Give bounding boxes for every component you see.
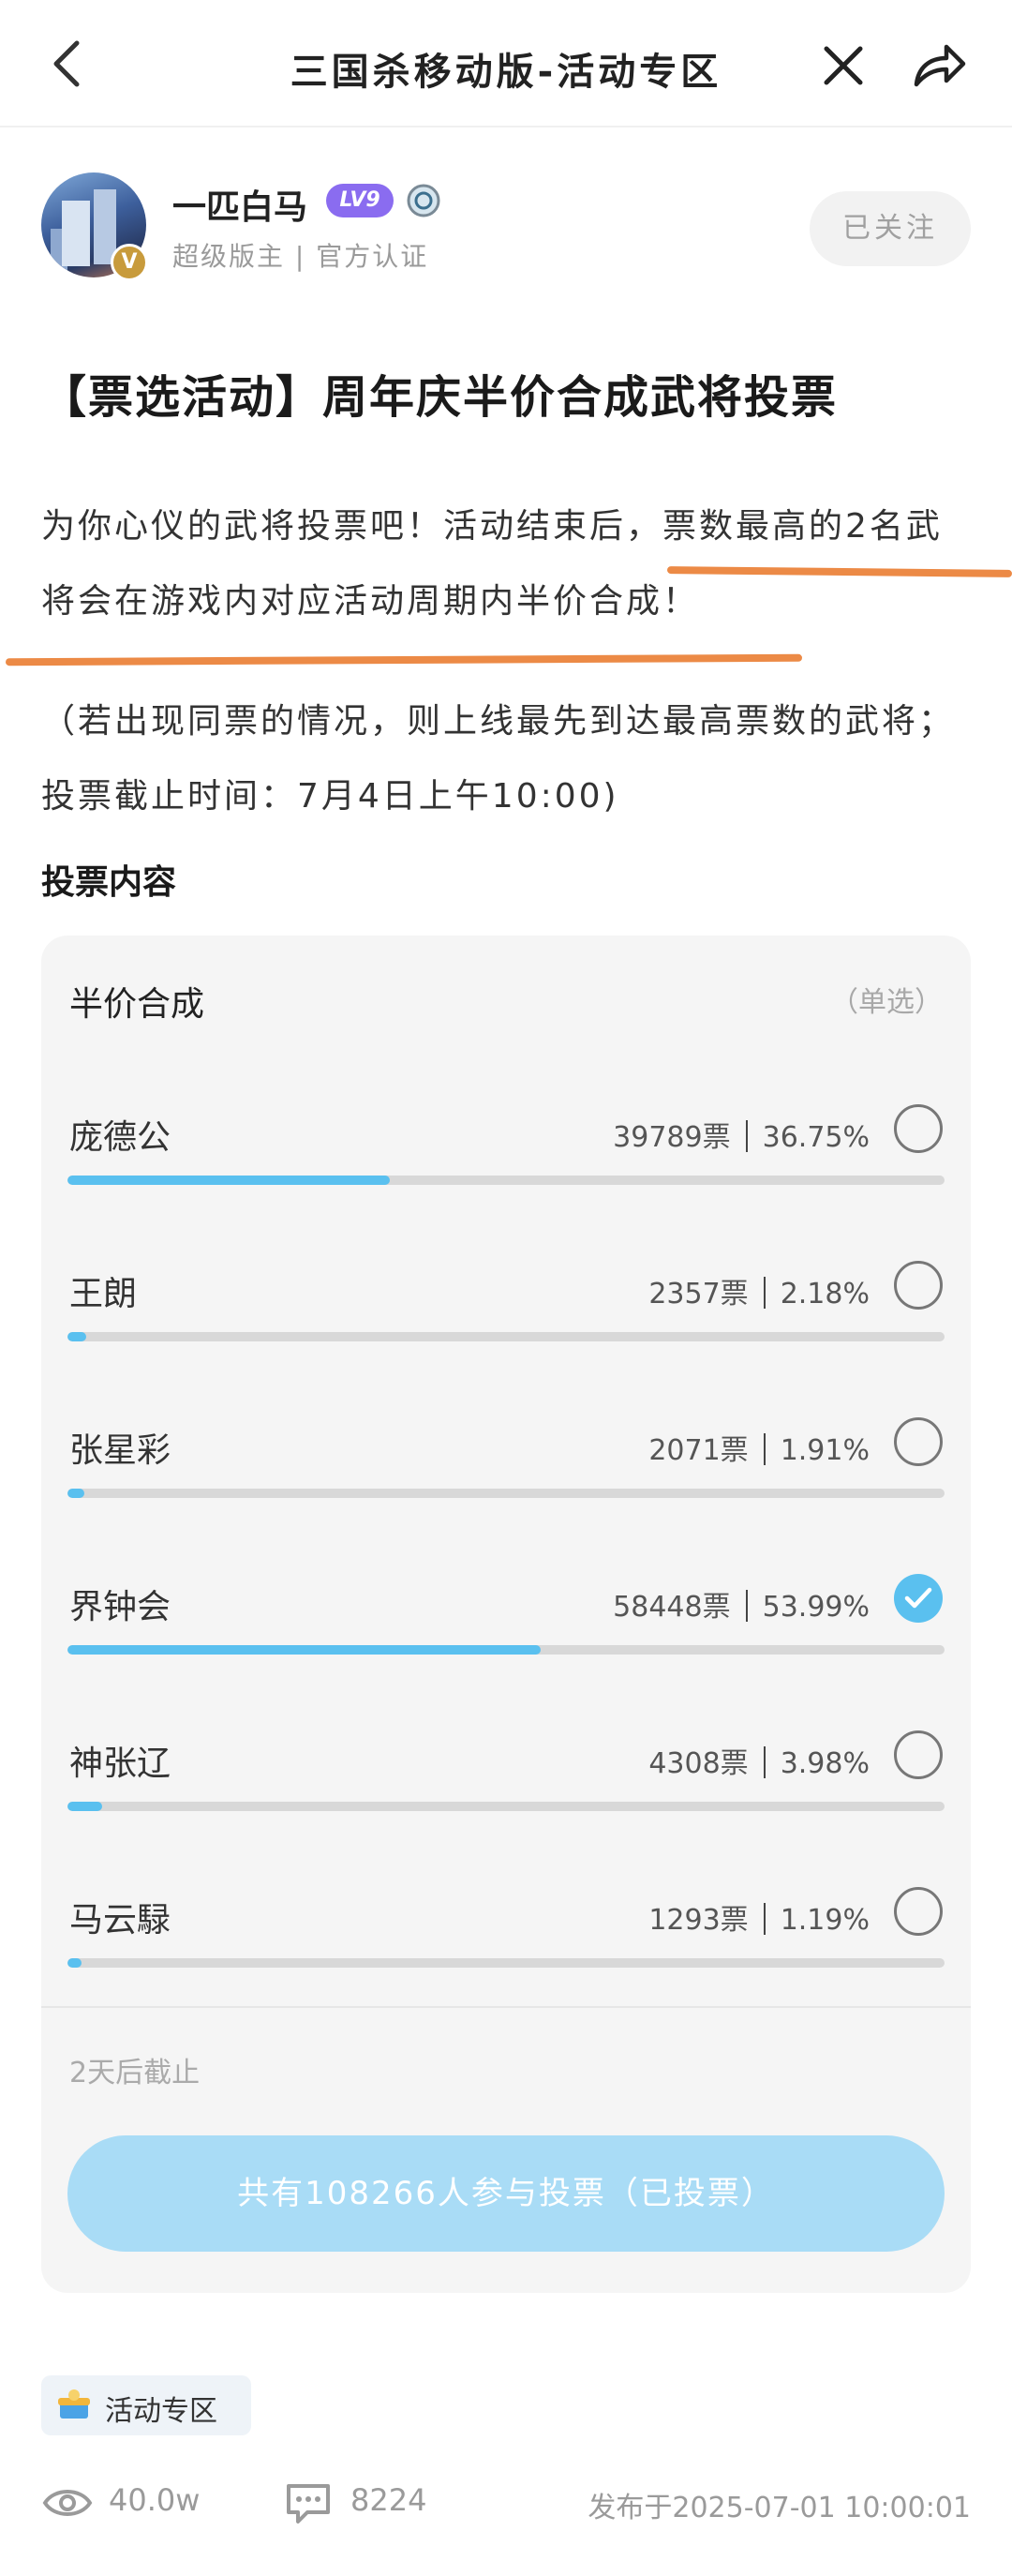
poll-title: 半价合成 <box>69 985 205 1024</box>
stat-separator <box>763 1433 766 1465</box>
poll-option[interactable]: 神张辽 4308票 3.98% <box>41 1730 971 1843</box>
poll-option[interactable]: 张星彩 2071票 1.91% <box>41 1417 971 1530</box>
radio-button[interactable] <box>894 1417 943 1466</box>
option-percent: 1.19% <box>780 1904 870 1937</box>
divider <box>41 2006 971 2008</box>
comment-icon[interactable] <box>283 2480 334 2525</box>
option-votes: 2357票 <box>648 1278 749 1310</box>
activity-zone-icon <box>56 2389 92 2422</box>
stat-separator <box>763 1277 766 1309</box>
follow-button[interactable]: 已关注 <box>810 191 971 266</box>
progress-track <box>67 1958 945 1968</box>
share-icon[interactable] <box>909 37 967 94</box>
vote-button[interactable]: 共有108266人参与投票（已投票） <box>67 2135 945 2252</box>
option-stats: 2071票 1.91% <box>648 1427 870 1468</box>
radio-button[interactable] <box>894 1104 943 1153</box>
option-votes: 4308票 <box>648 1747 749 1780</box>
author-name[interactable]: 一匹白马 <box>172 180 307 229</box>
top-nav-bar: 三国杀移动版-活动专区 <box>0 0 1012 127</box>
poll-type: （单选） <box>830 986 943 1019</box>
stat-separator <box>745 1120 748 1152</box>
poll-deadline: 2天后截止 <box>69 2057 201 2089</box>
medal-icon <box>405 180 442 221</box>
progress-track <box>67 1802 945 1811</box>
poll-option[interactable]: 马云騄 1293票 1.19% <box>41 1887 971 1999</box>
poll-option[interactable]: 界钟会 58448票 53.99% <box>41 1574 971 1686</box>
progress-fill <box>67 1489 84 1498</box>
progress-fill <box>67 1176 390 1185</box>
option-percent: 36.75% <box>762 1121 870 1154</box>
option-percent: 3.98% <box>780 1747 870 1780</box>
highlight-underline <box>5 653 803 666</box>
author-row: V 一匹白马 LV9 超级版主 | 官方认证 已关注 <box>0 169 1012 281</box>
section-title: 投票内容 <box>41 863 177 902</box>
post-stats-bar: 40.0w 8224 发布于2025-07-01 10:00:01 <box>0 2479 1012 2535</box>
post-paragraph: 为你心仪的武将投票吧！活动结束后，票数最高的2名武将会在游戏内对应活动周期内半价… <box>41 507 943 621</box>
option-stats: 4308票 3.98% <box>648 1740 870 1781</box>
option-stats: 2357票 2.18% <box>648 1270 870 1311</box>
option-stats: 58448票 53.99% <box>613 1583 870 1625</box>
option-name: 界钟会 <box>69 1588 171 1626</box>
post-detail-page: 三国杀移动版-活动专区 V 一匹白马 LV9 超级版主 | 官方认证 已关注 【… <box>0 0 1012 2576</box>
progress-track <box>67 1176 945 1185</box>
view-count: 40.0w <box>109 2482 201 2518</box>
option-name: 马云騄 <box>69 1901 171 1939</box>
option-percent: 53.99% <box>762 1591 870 1624</box>
post-title: 【票选活动】周年庆半价合成武将投票 <box>41 371 839 424</box>
poll-option[interactable]: 庞德公 39789票 36.75% <box>41 1104 971 1217</box>
stat-separator <box>763 1746 766 1778</box>
progress-track <box>67 1645 945 1655</box>
progress-fill <box>67 1958 82 1968</box>
option-percent: 2.18% <box>780 1278 870 1310</box>
radio-button[interactable] <box>894 1887 943 1936</box>
option-percent: 1.91% <box>780 1434 870 1467</box>
option-stats: 39789票 36.75% <box>613 1114 870 1155</box>
option-name: 王朗 <box>69 1275 138 1313</box>
option-name: 张星彩 <box>69 1431 171 1470</box>
option-votes: 58448票 <box>613 1591 731 1624</box>
publish-time: 发布于2025-07-01 10:00:01 <box>588 2492 971 2524</box>
stat-separator <box>763 1903 766 1935</box>
poll-option[interactable]: 王朗 2357票 2.18% <box>41 1261 971 1373</box>
stat-separator <box>745 1590 748 1622</box>
progress-fill <box>67 1645 542 1655</box>
option-votes: 2071票 <box>648 1434 749 1467</box>
post-paragraph: （若出现同票的情况，则上线最先到达最高票数的武将；投票截止时间：7月4日上午10… <box>41 702 956 816</box>
option-name: 神张辽 <box>69 1745 171 1783</box>
radio-button[interactable] <box>894 1261 943 1310</box>
level-badge: LV9 <box>326 184 394 217</box>
radio-checked-icon[interactable] <box>894 1574 943 1623</box>
progress-track <box>67 1489 945 1498</box>
option-votes: 39789票 <box>613 1121 731 1154</box>
radio-button[interactable] <box>894 1730 943 1779</box>
option-name: 庞德公 <box>69 1118 171 1157</box>
verified-badge-icon: V <box>111 244 148 281</box>
option-stats: 1293票 1.19% <box>648 1896 870 1938</box>
topic-tag[interactable]: 活动专区 <box>41 2375 251 2435</box>
progress-track <box>67 1332 945 1341</box>
progress-fill <box>67 1802 103 1811</box>
author-role: 超级版主 | 官方认证 <box>172 241 429 272</box>
progress-fill <box>67 1332 87 1341</box>
eye-icon <box>41 2484 94 2522</box>
tag-label: 活动专区 <box>105 2395 217 2428</box>
comment-count[interactable]: 8224 <box>350 2482 426 2518</box>
close-icon[interactable] <box>817 39 870 92</box>
poll-card: 半价合成 （单选） 庞德公 39789票 36.75% 王朗 2357票 2.18% 张星彩… <box>41 936 971 2293</box>
option-votes: 1293票 <box>648 1904 749 1937</box>
